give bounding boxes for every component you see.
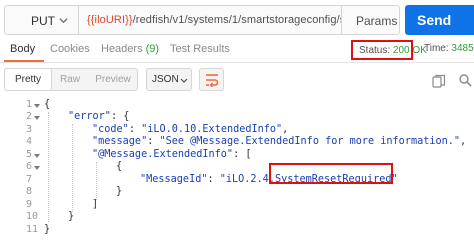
brace: {	[44, 99, 51, 110]
params-button[interactable]: Params	[342, 5, 400, 35]
pretty-button[interactable]: Pretty	[4, 68, 52, 91]
indent-guide	[96, 162, 97, 200]
fold-arrow-icon[interactable]	[33, 164, 41, 172]
punct: : [	[233, 149, 252, 160]
time-label: Time:	[424, 43, 449, 54]
send-button[interactable]: Send	[405, 5, 474, 35]
line-number: 3	[26, 124, 33, 135]
status-label: Status:	[359, 45, 391, 56]
code-line: "@Message.ExtendedInfo": [	[92, 149, 251, 160]
brace: }	[116, 186, 123, 197]
indent-guide	[72, 124, 73, 212]
json-key: "MessageId"	[140, 174, 208, 185]
url-path: /redfish/v1/systems/1/smartstorageconfig…	[132, 14, 341, 26]
line-number: 10	[26, 211, 39, 222]
wrap-lines-button[interactable]	[199, 68, 224, 91]
time-value: 3485 ms	[451, 43, 474, 54]
code-line: "code": "iLO.0.10.ExtendedInfo",	[92, 124, 289, 135]
json-key: "message"	[92, 136, 148, 147]
search-icon[interactable]	[458, 73, 472, 87]
view-mode-group: Pretty Raw Preview	[4, 68, 138, 91]
line-number: 4	[26, 136, 33, 147]
code-line: }	[44, 224, 50, 235]
chevron-down-icon	[59, 18, 68, 24]
url-input[interactable]: {{iloURI}}/redfish/v1/systems/1/smartsto…	[79, 5, 342, 35]
fold-arrow-icon[interactable]	[33, 152, 41, 160]
message-id-highlight-box	[269, 163, 393, 184]
copy-icon[interactable]	[432, 74, 446, 88]
params-label: Params	[356, 14, 398, 28]
json-key: "error"	[68, 111, 111, 122]
code-line: }	[68, 211, 74, 222]
preview-button[interactable]: Preview	[89, 69, 137, 90]
format-select[interactable]: JSON	[146, 68, 192, 91]
brace: {	[116, 161, 123, 172]
line-number: 9	[26, 199, 33, 210]
status-text: Status: 200 OK	[359, 45, 427, 56]
response-body[interactable]: 1 2 3 4 5 6 7 8 9 10 11 { "error": { "co…	[0, 96, 474, 240]
json-key: "@Message.ExtendedInfo"	[92, 149, 234, 160]
punct: : {	[110, 111, 130, 122]
code-line: "error": {	[68, 111, 129, 122]
tab-body[interactable]: Body	[10, 43, 35, 55]
json-key: "code"	[92, 124, 129, 135]
line-number: 6	[26, 161, 33, 172]
format-label: JSON	[152, 74, 179, 85]
json-value: "See @Message.ExtendedInfo for more info…	[159, 136, 461, 147]
status-highlight-box: Status: 200 OK	[351, 40, 427, 60]
brace: }	[68, 211, 75, 222]
request-bar: PUT {{iloURI}}/redfish/v1/systems/1/smar…	[0, 0, 474, 38]
tab-test-results[interactable]: Test Results	[170, 43, 230, 55]
tab-headers[interactable]: Headers (9)	[101, 43, 159, 55]
code-line: {	[44, 99, 50, 110]
code-line: }	[116, 186, 122, 197]
line-number: 11	[26, 224, 39, 235]
code-line: ]	[92, 199, 98, 210]
line-number: 8	[26, 186, 33, 197]
line-number: 7	[26, 174, 33, 185]
json-value-prefix: "iLO.2.4.	[219, 174, 275, 185]
line-number: 1	[26, 99, 33, 110]
fold-arrow-icon[interactable]	[33, 102, 41, 110]
tab-cookies[interactable]: Cookies	[50, 43, 90, 55]
code-line: "message": "See @Message.ExtendedInfo fo…	[92, 136, 467, 147]
json-value: "iLO.0.10.ExtendedInfo"	[141, 124, 283, 135]
indent-guide	[48, 112, 49, 222]
brace: }	[44, 224, 51, 235]
wrap-icon	[206, 74, 219, 87]
status-value: 200 OK	[392, 45, 427, 56]
method-label: PUT	[31, 14, 55, 28]
line-gutter: 1 2 3 4 5 6 7 8 9 10 11	[0, 96, 40, 240]
raw-button[interactable]: Raw	[53, 69, 87, 90]
fold-arrow-icon[interactable]	[33, 114, 41, 122]
code-line: {	[116, 161, 122, 172]
url-variable: {{iloURI}}	[87, 14, 133, 26]
bracket: ]	[92, 199, 99, 210]
time-text: Time: 3485 ms	[424, 43, 474, 54]
line-number: 5	[26, 149, 33, 160]
method-select[interactable]: PUT	[4, 5, 79, 35]
tab-headers-label: Headers	[101, 43, 143, 55]
line-number: 2	[26, 111, 33, 122]
send-label: Send	[417, 12, 452, 28]
response-toolbar: Pretty Raw Preview JSON	[0, 62, 474, 96]
chevron-down-icon	[180, 78, 188, 83]
tab-headers-count: (9)	[145, 43, 160, 55]
url-text: {{iloURI}}/redfish/v1/systems/1/smartsto…	[87, 14, 341, 26]
